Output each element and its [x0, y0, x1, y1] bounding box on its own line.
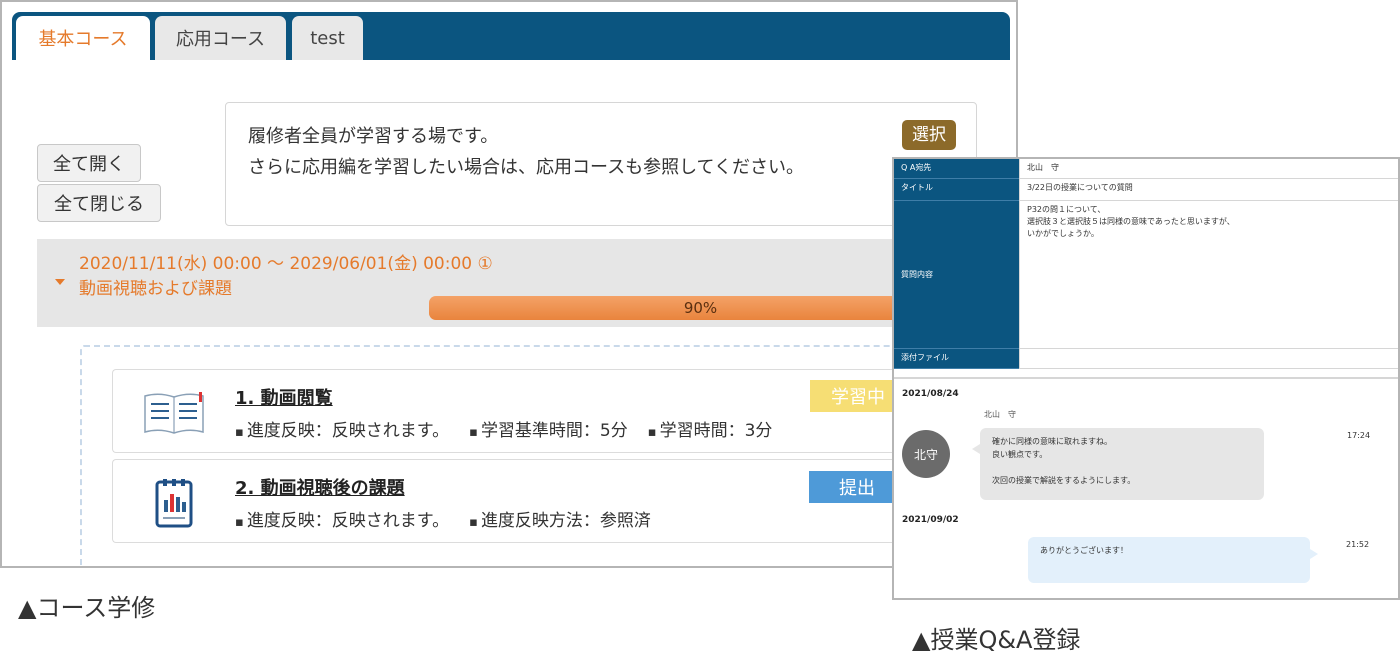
meta-progress-reflection: 進度反映：反映されます。 — [235, 416, 449, 441]
meta-study-time: 学習時間：3分 — [648, 416, 773, 441]
description-line: さらに応用編を学習したい場合は、応用コースも参照してください。 — [248, 157, 805, 178]
item-title-link[interactable]: 2. 動画視聴後の課題 — [235, 474, 405, 500]
meta-standard-time: 学習基準時間：5分 — [469, 416, 628, 441]
description-line: 履修者全員が学習する場です。 — [248, 126, 499, 147]
qa-recipient-label: Q A宛先 — [894, 159, 1019, 179]
course-description: 履修者全員が学習する場です。 さらに応用編を学習したい場合は、応用コースも参照し… — [225, 102, 977, 226]
course-study-panel: 基本コース 応用コース test 全て開く 全て閉じる 履修者全員が学習する場で… — [0, 0, 1018, 568]
report-icon — [155, 479, 193, 528]
message-time: 17:24 — [1347, 431, 1371, 440]
submit-button[interactable]: 提出 — [809, 471, 905, 503]
meta-progress-reflection: 進度反映：反映されます。 — [235, 506, 449, 531]
qa-recipient-value: 北山 守 — [1019, 159, 1398, 179]
qa-question-value: P32の問１について、 選択肢３と選択肢５は同様の意味であったと思いますが、 い… — [1019, 201, 1398, 349]
qa-attachment-label: 添付ファイル — [894, 349, 1019, 369]
item-meta: 進度反映：反映されます。 進度反映方法：参照済 — [235, 506, 651, 531]
message-date: 2021/09/02 — [902, 515, 959, 525]
tab-basic-course[interactable]: 基本コース — [16, 16, 150, 60]
close-all-button[interactable]: 全て閉じる — [37, 184, 161, 222]
qa-question-label: 質問内容 — [894, 201, 1019, 349]
qa-panel: Q A宛先 北山 守 タイトル 3/22日の授業についての質問 質問内容 P32… — [892, 157, 1400, 600]
message-date: 2021/08/24 — [902, 389, 959, 399]
caret-down-icon[interactable] — [55, 279, 65, 285]
divider — [894, 377, 1398, 379]
course-tab-bar: 基本コース 応用コース test — [12, 12, 1010, 60]
book-icon — [144, 392, 204, 434]
message-bubble-received: 確かに同様の意味に取れますね。 良い観点です。 次回の授業で解説をするようにしま… — [972, 428, 1264, 500]
select-button[interactable]: 選択 — [902, 120, 956, 150]
tab-test[interactable]: test — [292, 16, 363, 60]
section-title: 動画視聴および課題 — [79, 279, 232, 299]
item-meta: 進度反映：反映されます。 学習基準時間：5分 学習時間：3分 — [235, 416, 773, 441]
section-header[interactable]: 2020/11/11(水) 00:00 〜 2029/06/01(金) 00:0… — [37, 239, 1016, 327]
section-date-range: 2020/11/11(水) 00:00 〜 2029/06/01(金) 00:0… — [79, 254, 493, 274]
open-all-button[interactable]: 全て開く — [37, 144, 141, 182]
progress-label: 90% — [683, 299, 718, 317]
item-title-link[interactable]: 1. 動画閲覧 — [235, 384, 333, 410]
message-bubble-sent: ありがとうございます！ — [1028, 537, 1318, 583]
message-sender: 北山 守 — [984, 410, 1016, 419]
course-study-caption: ▲コース学修 — [18, 594, 156, 622]
tab-applied-course[interactable]: 応用コース — [155, 16, 286, 60]
qa-attachment-value — [1019, 349, 1398, 369]
message-time: 21:52 — [1346, 540, 1370, 549]
qa-caption: ▲授業Q&A登録 — [912, 626, 1081, 654]
description-text: 履修者全員が学習する場です。 さらに応用編を学習したい場合は、応用コースも参照し… — [248, 121, 808, 183]
avatar: 北守 — [902, 430, 950, 478]
meta-reflection-method: 進度反映方法：参照済 — [469, 506, 651, 531]
qa-title-label: タイトル — [894, 179, 1019, 201]
qa-title-value: 3/22日の授業についての質問 — [1019, 179, 1398, 201]
